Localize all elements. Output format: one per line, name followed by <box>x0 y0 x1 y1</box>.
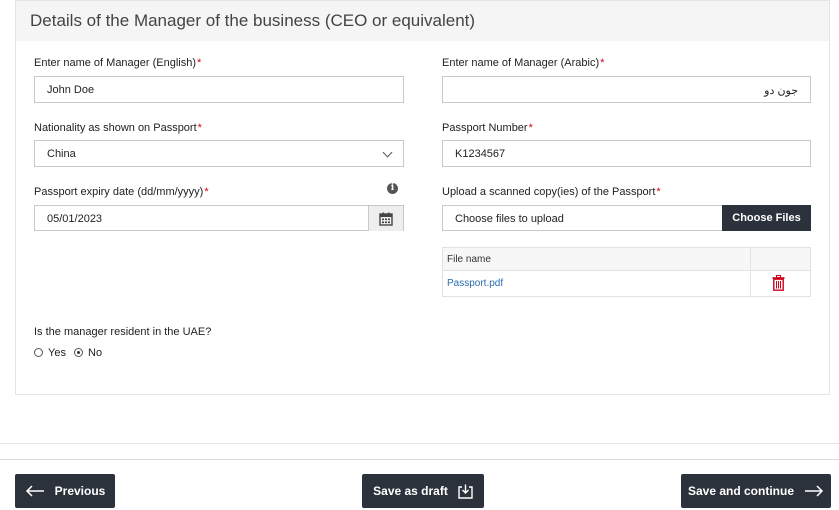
name-ar-value: جون دو <box>764 85 798 97</box>
resident-yes-label[interactable]: Yes <box>48 347 66 359</box>
passport-number-field[interactable]: K1234567 <box>442 140 811 167</box>
footer-divider <box>0 459 839 460</box>
passport-expiry-value: 05/01/2023 <box>47 213 103 225</box>
previous-button[interactable]: Previous <box>15 474 115 508</box>
passport-expiry-field[interactable]: 05/01/2023 <box>34 205 404 231</box>
resident-no-radio[interactable] <box>74 348 83 357</box>
upload-placeholder: Choose files to upload <box>455 213 564 225</box>
nationality-select[interactable]: China <box>34 140 404 167</box>
name-ar-field[interactable]: جون دو <box>442 76 811 103</box>
resident-question: Is the manager resident in the UAE? <box>34 326 212 338</box>
save-continue-button[interactable]: Save and continue <box>681 474 831 508</box>
calendar-button[interactable] <box>368 206 403 231</box>
chevron-down-icon <box>382 147 393 158</box>
info-icon[interactable]: i <box>387 183 398 194</box>
resident-no-label[interactable]: No <box>88 347 102 359</box>
save-continue-label: Save and continue <box>687 484 795 498</box>
resident-yes-radio[interactable] <box>34 348 43 357</box>
delete-file-button[interactable] <box>772 275 785 296</box>
file-table-divider <box>750 248 751 296</box>
nationality-value: China <box>47 148 76 160</box>
name-en-value: John Doe <box>47 84 95 96</box>
file-name-header: File name <box>447 254 491 265</box>
arrow-right-icon <box>805 485 824 497</box>
upload-label: Upload a scanned copy(ies) of the Passpo… <box>442 186 661 198</box>
download-icon <box>458 484 473 499</box>
passport-number-value: K1234567 <box>455 148 506 160</box>
passport-number-label: Passport Number* <box>442 122 533 134</box>
previous-label: Previous <box>54 484 106 498</box>
calendar-icon <box>379 212 393 226</box>
save-draft-label: Save as draft <box>373 484 448 498</box>
save-draft-button[interactable]: Save as draft <box>362 474 484 508</box>
name-en-label: Enter name of Manager (English)* <box>34 57 202 69</box>
choose-files-button[interactable]: Choose Files <box>722 205 811 231</box>
arrow-left-icon <box>25 485 44 497</box>
passport-upload-field[interactable]: Choose files to upload Choose Files <box>442 205 811 231</box>
panel-header: Details of the Manager of the business (… <box>16 1 829 41</box>
nationality-label: Nationality as shown on Passport* <box>34 122 202 134</box>
name-en-field[interactable]: John Doe <box>34 76 404 103</box>
section-title: Details of the Manager of the business (… <box>30 11 476 30</box>
file-table-header: File name <box>443 248 810 271</box>
file-link[interactable]: Passport.pdf <box>447 278 503 289</box>
name-ar-label: Enter name of Manager (Arabic)* <box>442 57 605 69</box>
file-table: File name Passport.pdf <box>442 247 811 297</box>
passport-expiry-label: Passport expiry date (dd/mm/yyyy)* <box>34 186 209 198</box>
trash-icon <box>772 275 785 291</box>
divider <box>0 443 839 444</box>
